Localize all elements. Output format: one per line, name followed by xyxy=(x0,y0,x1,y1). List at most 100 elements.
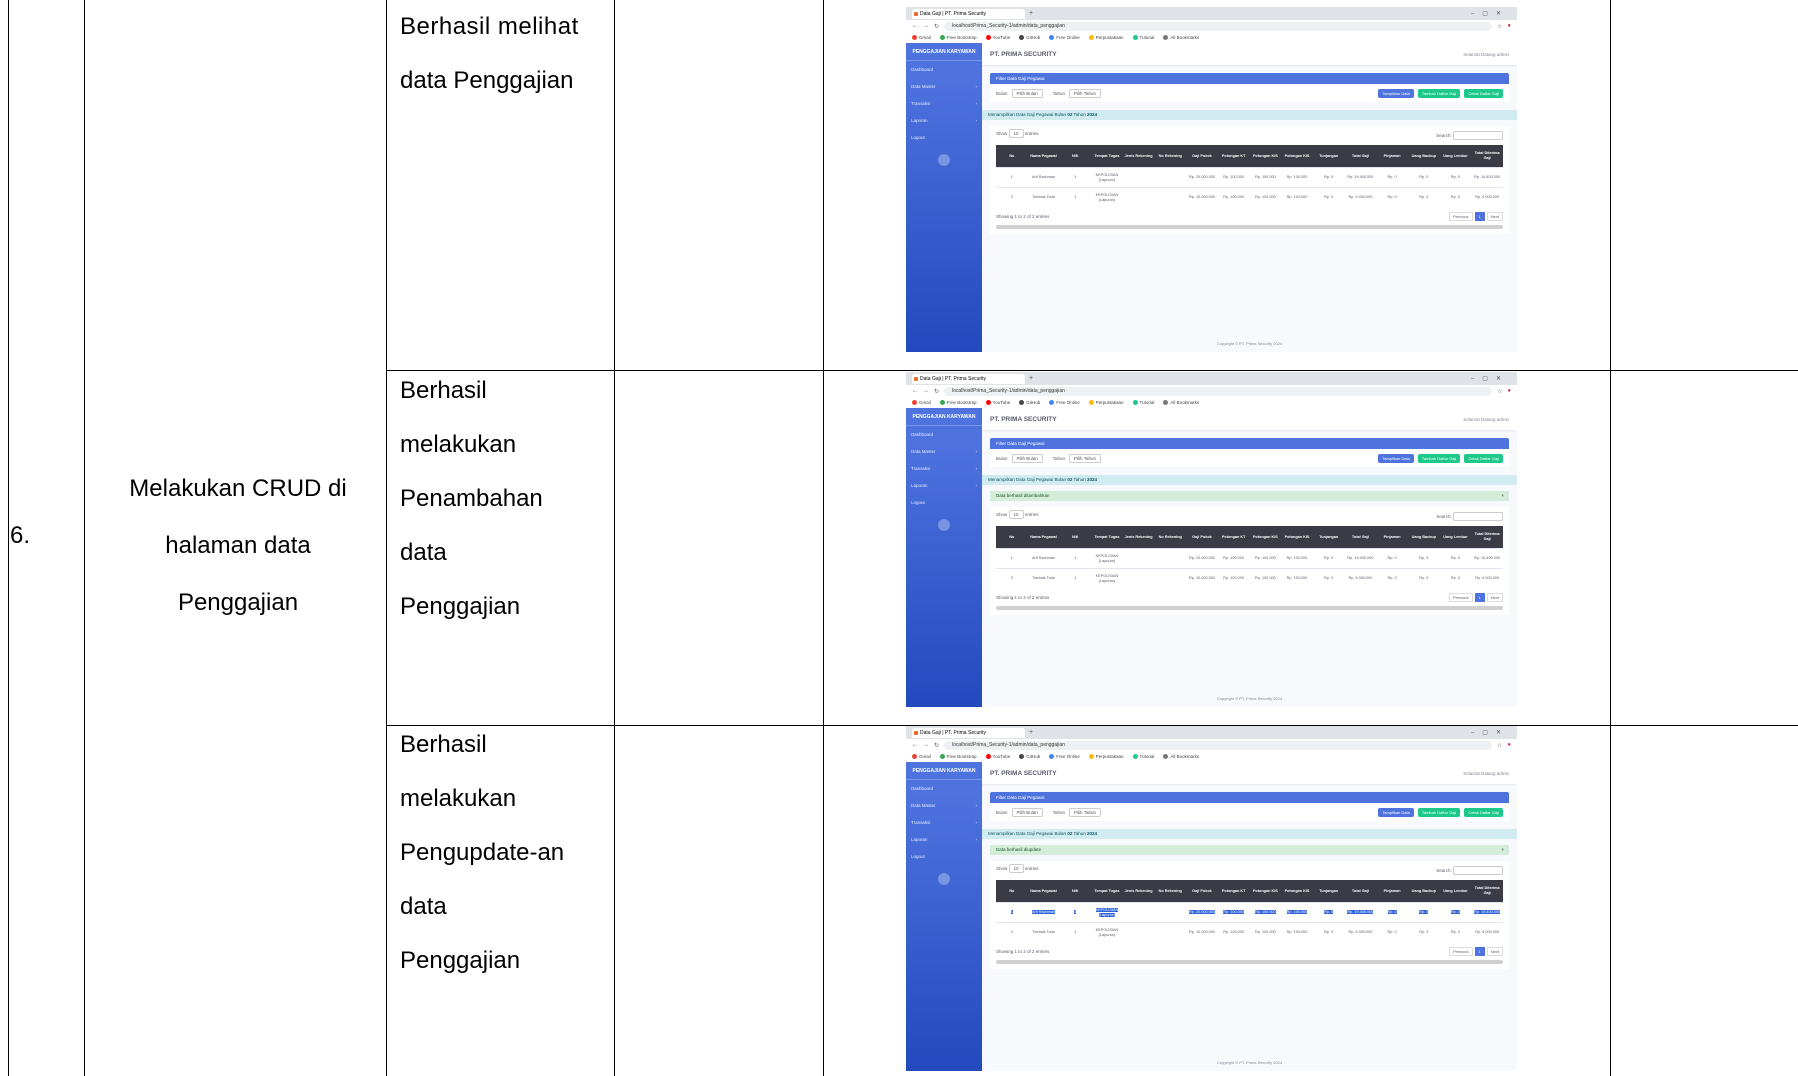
profile-icon[interactable]: ● xyxy=(1507,23,1511,29)
column-header[interactable]: Nama Pegawai xyxy=(1027,880,1060,903)
sidebar-item-dashboard[interactable]: Dashboard xyxy=(906,780,982,797)
sidebar-item-logout[interactable]: Logout xyxy=(906,848,982,865)
prev-page-button[interactable]: Previous xyxy=(1448,947,1473,956)
sidebar-item-logout[interactable]: Logout xyxy=(906,494,982,511)
column-header[interactable]: Gaji Pokok xyxy=(1186,526,1218,549)
window-controls-icon[interactable]: –▢✕ xyxy=(1471,375,1517,382)
sidebar-brand[interactable]: PENGGAJIAN KARYAWAN xyxy=(906,762,982,780)
address-bar[interactable]: localhost/Prima_Security-1/admin/data_pe… xyxy=(944,21,1492,31)
table-row[interactable]: 1 Arif Rachman 1 KEPOLISIAN (Lapuran) Rp. 20… xyxy=(996,167,1503,188)
page-button[interactable]: 1 xyxy=(1474,593,1485,602)
reload-icon[interactable]: ↻ xyxy=(934,742,939,749)
column-header[interactable]: No xyxy=(996,145,1028,168)
bookmark-item[interactable]: Tutorial xyxy=(1132,400,1154,406)
star-icon[interactable]: ☆ xyxy=(1497,388,1502,395)
page-button[interactable]: 1 xyxy=(1474,212,1485,221)
column-header[interactable]: Tunjangan xyxy=(1312,145,1345,168)
column-header[interactable]: Potongan KT xyxy=(1217,526,1250,549)
bookmark-item[interactable]: Perpustakaan xyxy=(1088,35,1124,41)
sidebar-item-transaksi[interactable]: Transaksi › xyxy=(906,95,982,112)
column-header[interactable]: Total Gaji xyxy=(1344,880,1377,903)
column-header[interactable]: Gaji Pokok xyxy=(1186,880,1218,903)
bookmark-item[interactable]: GitHub xyxy=(1019,400,1040,406)
column-header[interactable]: Jenis Rekening xyxy=(1122,880,1155,903)
address-bar[interactable]: localhost/Prima_Security-1/admin/data_pe… xyxy=(944,386,1492,396)
print-payroll-button[interactable]: Cetak Daftar Gaji xyxy=(1464,88,1503,98)
browser-tab[interactable]: Data Gaji | PT. Prima Security xyxy=(912,8,1025,19)
column-header[interactable]: Nama Pegawai xyxy=(1027,526,1060,549)
column-header[interactable]: No Rekening xyxy=(1154,526,1187,549)
forward-icon[interactable]: → xyxy=(923,388,929,394)
next-page-button[interactable]: Next xyxy=(1486,593,1503,602)
bookmark-item[interactable]: GitHub xyxy=(1019,754,1040,760)
page-button[interactable]: 1 xyxy=(1474,947,1485,956)
column-header[interactable]: Potongan KIS xyxy=(1249,145,1282,168)
close-icon[interactable]: × xyxy=(1501,845,1504,855)
browser-tab[interactable]: Data Gaji | PT. Prima Security xyxy=(912,727,1025,738)
sidebar-item-dashboard[interactable]: Dashboard xyxy=(906,426,982,443)
next-page-button[interactable]: Next xyxy=(1486,947,1503,956)
column-header[interactable]: Tunjangan xyxy=(1312,526,1345,549)
column-header[interactable]: Total Diterima Gaji xyxy=(1471,145,1503,168)
column-header[interactable]: Total Gaji xyxy=(1344,145,1377,168)
column-header[interactable]: No xyxy=(996,880,1028,903)
print-payroll-button[interactable]: Cetak Daftar Gaji xyxy=(1464,453,1503,463)
new-tab-icon[interactable]: + xyxy=(1029,729,1033,736)
column-header[interactable]: Jenis Rekening xyxy=(1122,145,1155,168)
column-header[interactable]: Tempat Tugas xyxy=(1091,526,1123,549)
prev-page-button[interactable]: Previous xyxy=(1448,212,1473,221)
sidebar-item-laporan[interactable]: Laporan › xyxy=(906,112,982,129)
bookmark-item[interactable]: GitHub xyxy=(1019,35,1040,41)
column-header[interactable]: NIK xyxy=(1059,145,1092,168)
column-header[interactable]: Pinjaman xyxy=(1376,526,1408,549)
table-row[interactable]: 1 Arif Rachman 1 KEPOLISIAN (Lapuran) Rp. 20… xyxy=(996,902,1503,923)
sidebar-brand[interactable]: PENGGAJIAN KARYAWAN xyxy=(906,408,982,426)
horizontal-scrollbar[interactable] xyxy=(996,225,1503,229)
user-greeting[interactable]: Selamat Datang admin xyxy=(1463,771,1509,776)
column-header[interactable]: NIK xyxy=(1059,526,1092,549)
column-header[interactable]: Potongan KIS xyxy=(1249,526,1282,549)
close-icon[interactable]: × xyxy=(1501,491,1504,501)
column-header[interactable]: Uang Backup xyxy=(1407,145,1440,168)
column-header[interactable]: Potongan KIS xyxy=(1281,880,1313,903)
column-header[interactable]: No Rekening xyxy=(1154,145,1187,168)
tahun-select[interactable]: Pilih Tahun xyxy=(1069,453,1101,463)
sidebar-item-transaksi[interactable]: Transaksi › xyxy=(906,460,982,477)
column-header[interactable]: Pinjaman xyxy=(1376,880,1408,903)
star-icon[interactable]: ☆ xyxy=(1497,23,1502,30)
bookmark-item[interactable]: YouTube xyxy=(985,754,1010,760)
browser-tab[interactable]: Data Gaji | PT. Prima Security xyxy=(912,373,1025,384)
search-control[interactable]: Search: xyxy=(1436,866,1503,875)
window-controls-icon[interactable]: –▢✕ xyxy=(1471,729,1517,736)
table-row[interactable]: 2 Tombak Toda 1 KEPOLISIAN (Lapuran) Rp. 10.… xyxy=(996,922,1503,942)
next-page-button[interactable]: Next xyxy=(1486,212,1503,221)
column-header[interactable]: Pinjaman xyxy=(1376,145,1408,168)
sidebar-item-laporan[interactable]: Laporan › xyxy=(906,477,982,494)
user-greeting[interactable]: Selamat Datang admin xyxy=(1463,52,1509,57)
back-icon[interactable]: ← xyxy=(912,388,918,394)
sidebar-item-logout[interactable]: Logout xyxy=(906,129,982,146)
bookmark-item[interactable]: Tutorial xyxy=(1132,35,1154,41)
sidebar-item-data-master[interactable]: Data Master › xyxy=(906,78,982,95)
add-payroll-button[interactable]: Tambah Daftar Gaji xyxy=(1417,453,1461,463)
show-data-button[interactable]: Tampilkan Data xyxy=(1378,88,1414,98)
bookmark-item[interactable]: Gmail xyxy=(912,754,931,760)
column-header[interactable]: Gaji Pokok xyxy=(1186,145,1218,168)
add-payroll-button[interactable]: Tambah Daftar Gaji xyxy=(1417,807,1461,817)
sidebar-toggle-button[interactable] xyxy=(938,154,950,166)
back-icon[interactable]: ← xyxy=(912,742,918,748)
bookmark-item[interactable]: YouTube xyxy=(985,35,1010,41)
table-row[interactable]: 2 Tombak Toda 1 KEPOLISIAN (Lapuran) Rp. 10.… xyxy=(996,187,1503,207)
prev-page-button[interactable]: Previous xyxy=(1448,593,1473,602)
reload-icon[interactable]: ↻ xyxy=(934,388,939,395)
forward-icon[interactable]: → xyxy=(923,742,929,748)
reload-icon[interactable]: ↻ xyxy=(934,23,939,30)
column-header[interactable]: Uang Backup xyxy=(1407,880,1440,903)
table-row[interactable]: 1 Arif Rachman 1 KEPOLISIAN (Lapuran) Rp. 20… xyxy=(996,548,1503,569)
tahun-select[interactable]: Pilih Tahun xyxy=(1069,88,1101,98)
profile-icon[interactable]: ● xyxy=(1507,742,1511,748)
bulan-select[interactable]: Pilih Bulan xyxy=(1011,807,1043,817)
column-header[interactable]: Total Diterima Gaji xyxy=(1471,880,1503,903)
entries-control[interactable]: Show 10 entries xyxy=(996,864,1038,875)
bulan-select[interactable]: Pilih Bulan xyxy=(1011,453,1043,463)
